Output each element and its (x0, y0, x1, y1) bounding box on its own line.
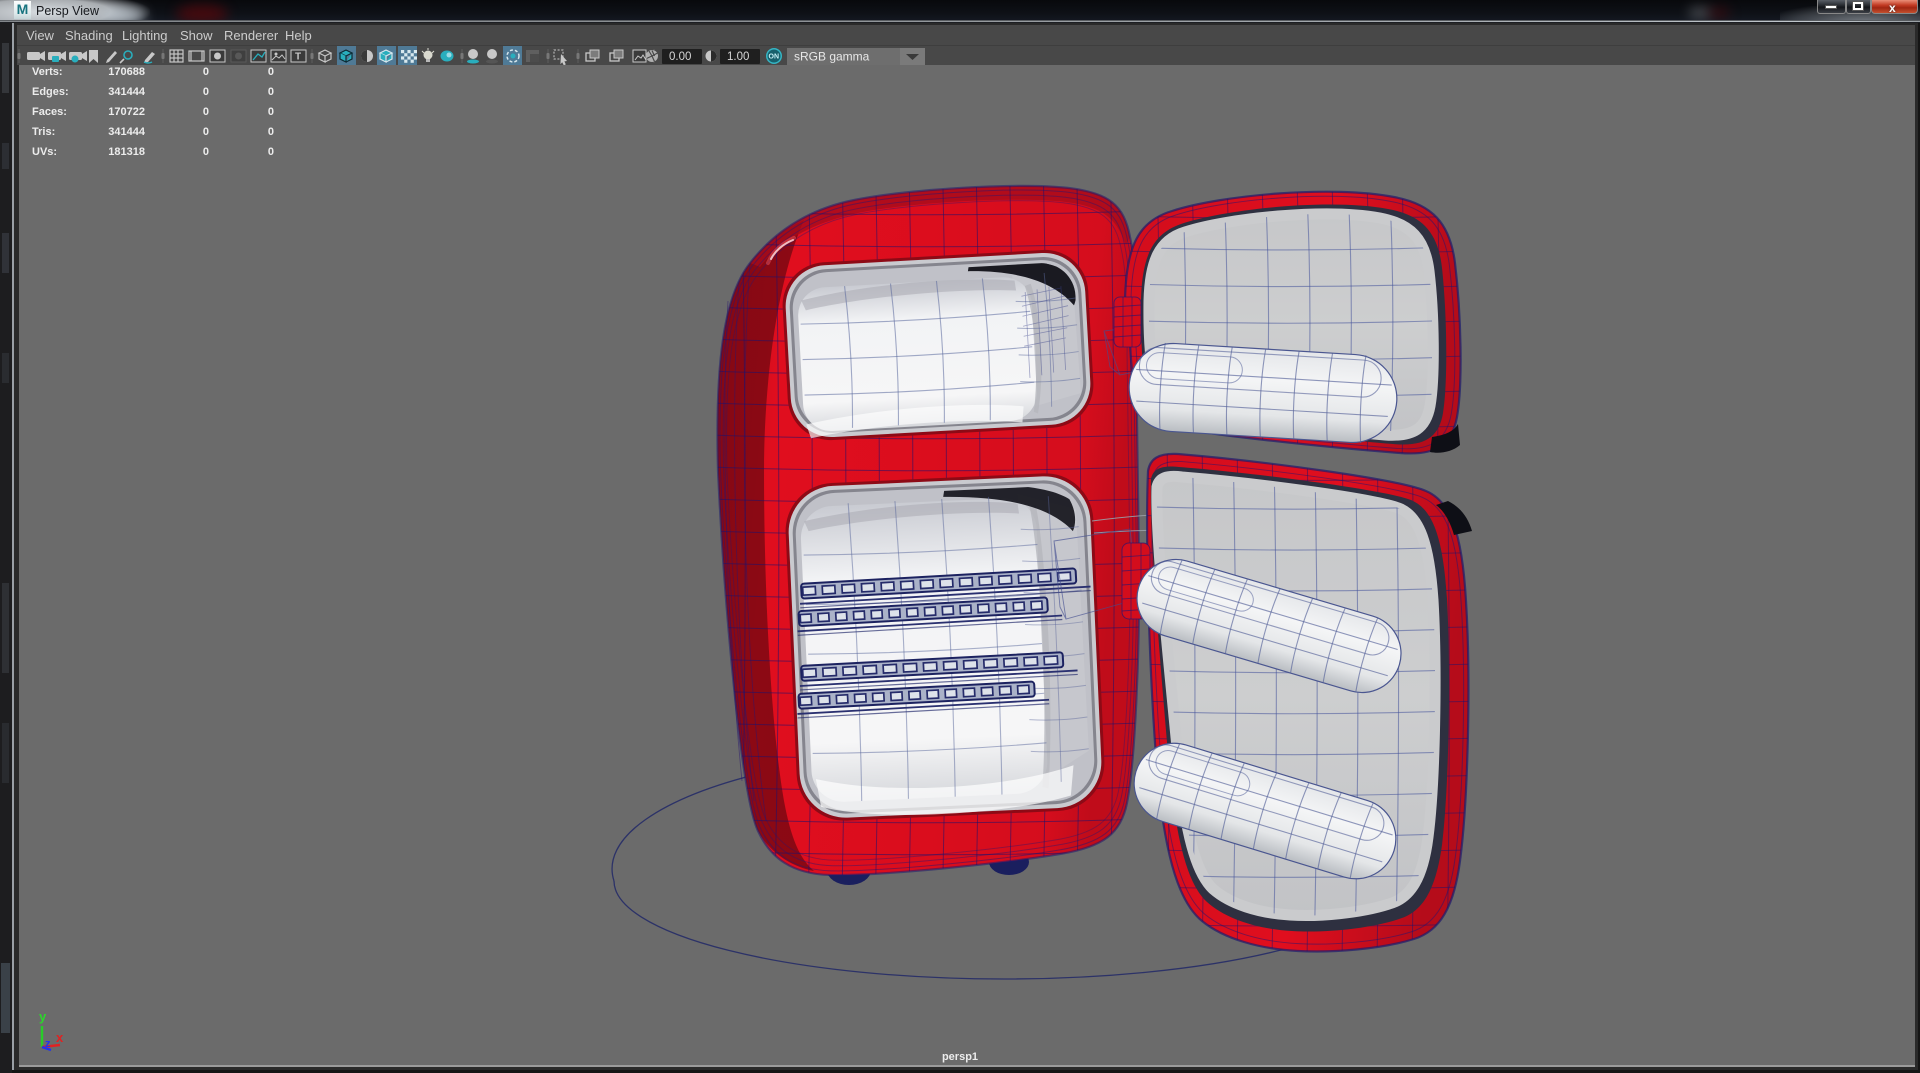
svg-text:ON: ON (769, 54, 780, 61)
svg-text:y: y (39, 1009, 47, 1024)
svg-text:sRGB gamma: sRGB gamma (794, 50, 870, 64)
svg-text:x: x (56, 1030, 64, 1045)
svg-text:0.00: 0.00 (669, 51, 691, 63)
svg-text:z: z (45, 1038, 51, 1050)
svg-text:1.00: 1.00 (727, 51, 749, 63)
svg-text:T: T (295, 52, 301, 63)
